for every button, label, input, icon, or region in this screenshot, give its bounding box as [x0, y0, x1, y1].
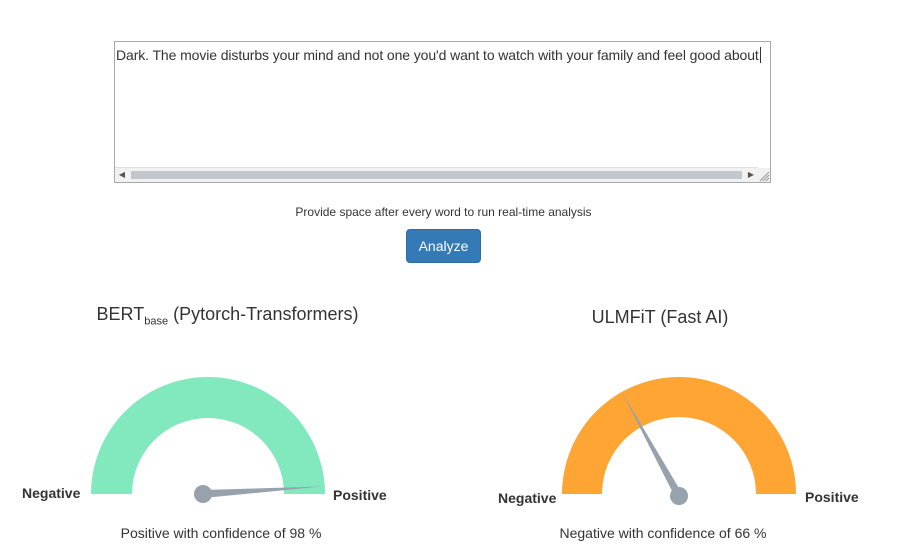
bert-gauge-hub — [194, 485, 212, 503]
bert-result: Positive with confidence of 98 % — [120, 525, 322, 541]
bert-negative-label: Negative — [22, 485, 81, 501]
ulmfit-gauge — [562, 377, 796, 505]
ulmfit-result: Negative with confidence of 66 % — [559, 525, 767, 541]
bert-gauge-arc — [91, 377, 325, 494]
bert-gauge — [91, 377, 325, 503]
ulmfit-gauge-arc — [562, 377, 796, 494]
gauges-canvas — [91, 377, 796, 505]
bert-positive-label: Positive — [333, 487, 387, 503]
ulmfit-gauge-hub — [670, 487, 688, 505]
ulmfit-positive-label: Positive — [805, 489, 859, 505]
ulmfit-negative-label: Negative — [498, 490, 557, 506]
